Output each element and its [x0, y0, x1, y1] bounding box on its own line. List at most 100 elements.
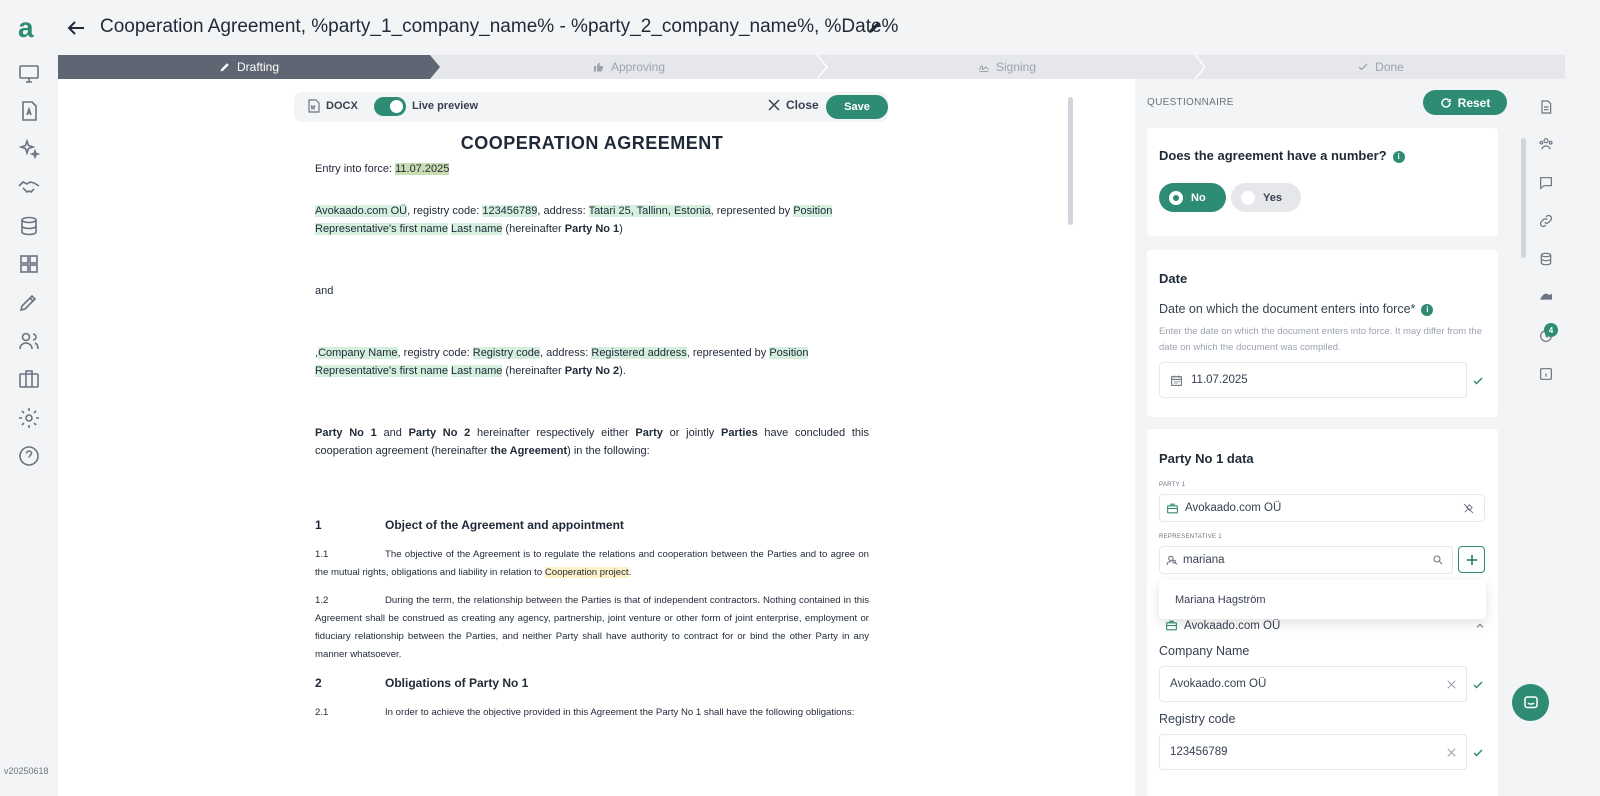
party1-address-field[interactable]: Tatari 25, Tallinn, Estonia — [588, 205, 711, 217]
date-card: Date Date on which the document enters i… — [1147, 250, 1498, 417]
people-group-icon[interactable] — [1538, 136, 1554, 152]
questionnaire-heading: QUESTIONNAIRE — [1147, 97, 1234, 108]
close-button[interactable]: Close — [768, 98, 819, 112]
briefcase-icon[interactable] — [17, 367, 41, 391]
party2-address-field[interactable]: Registered address — [591, 347, 687, 359]
check-icon — [1473, 681, 1483, 689]
person-search-icon — [1166, 555, 1178, 565]
entry-date-field[interactable]: 11.07.2025 — [395, 163, 450, 175]
plus-icon — [1466, 554, 1477, 565]
party1-lastname-field[interactable]: Last name — [451, 223, 503, 235]
chevron-up-icon[interactable] — [1475, 621, 1485, 631]
party2-company-field[interactable]: Company Name — [318, 347, 398, 359]
thumbs-up-icon — [593, 62, 603, 72]
pencil-icon — [220, 63, 229, 72]
app-logo[interactable]: a — [18, 14, 40, 42]
party2-position-field[interactable]: Position — [769, 347, 809, 359]
database-icon[interactable] — [1538, 251, 1554, 267]
monitor-icon[interactable] — [17, 62, 41, 86]
cooperation-project-field[interactable]: Cooperation project — [544, 567, 629, 578]
step-divider — [1194, 55, 1206, 79]
chat-button[interactable] — [1512, 684, 1549, 721]
step-drafting[interactable]: Drafting — [58, 55, 440, 79]
date-input[interactable]: 11.07.2025 — [1159, 362, 1467, 398]
option-no[interactable]: No — [1159, 183, 1226, 212]
document-title: Cooperation Agreement, %party_1_company_… — [100, 16, 899, 37]
info-icon[interactable]: i — [1392, 150, 1405, 163]
handshake-icon[interactable] — [17, 175, 41, 199]
clear-icon[interactable] — [1447, 679, 1456, 689]
party2-paragraph: ,Company Name, registry code: Registry c… — [315, 347, 809, 377]
party1-company-field[interactable]: Avokaado.com OÜ — [315, 205, 408, 217]
save-button[interactable]: Save — [826, 95, 888, 119]
company-name-label: Company Name — [1159, 644, 1250, 658]
signature-icon — [979, 65, 989, 72]
step-label: Done — [1375, 60, 1404, 74]
representative-suggestion[interactable]: Mariana Hagström — [1159, 580, 1486, 619]
party2-lastname-field[interactable]: Last name — [451, 365, 503, 377]
comment-icon[interactable] — [1538, 175, 1554, 191]
add-representative-button[interactable] — [1458, 546, 1485, 573]
step-signing[interactable]: Signing — [818, 55, 1196, 79]
collapsed-company-row[interactable]: Avokaado.com OÜ — [1165, 619, 1485, 632]
representative-caption: REPRESENTATIVE 1 — [1159, 534, 1222, 540]
gear-icon[interactable] — [17, 406, 41, 430]
document-page: COOPERATION AGREEMENT Entry into force: … — [315, 134, 869, 732]
live-preview-toggle[interactable] — [374, 97, 406, 116]
section-heading: 1 Object of the Agreement and appointment — [315, 518, 624, 532]
signature-pen-icon[interactable] — [17, 290, 41, 314]
step-label: Approving — [610, 60, 666, 74]
step-label: Signing — [995, 60, 1037, 74]
edit-pencil-icon[interactable] — [866, 18, 884, 36]
workflow-stepper: Drafting Approving Signing Done — [58, 55, 1565, 79]
reset-label: Reset — [1457, 95, 1491, 110]
close-icon — [768, 99, 780, 111]
party1-firstname-field[interactable]: Representative's first name — [315, 223, 448, 235]
number-question: Does the agreement have a number? i — [1159, 148, 1405, 163]
docx-download-button[interactable]: DOCX — [308, 99, 358, 113]
company-name-input[interactable]: Avokaado.com OÜ — [1159, 666, 1467, 702]
help-icon[interactable] — [17, 444, 41, 468]
close-label: Close — [786, 98, 819, 112]
info-icon[interactable]: i — [1421, 303, 1434, 316]
entry-into-force: Entry into force: 11.07.2025 — [315, 163, 450, 175]
check-icon — [1473, 749, 1483, 757]
company-icon — [1167, 503, 1178, 513]
link-icon[interactable] — [1538, 213, 1554, 229]
option-yes[interactable]: Yes — [1231, 183, 1301, 212]
reset-icon — [1440, 97, 1451, 108]
representative-search-input[interactable]: mariana — [1159, 546, 1453, 574]
sparkles-icon[interactable] — [17, 137, 41, 161]
live-preview-label: Live preview — [412, 100, 479, 112]
database-icon[interactable] — [17, 214, 41, 238]
back-arrow-icon[interactable] — [64, 16, 88, 40]
clause-2-1: 2.1 In order to achieve the objective pro… — [315, 707, 855, 718]
chat-icon — [1523, 695, 1538, 708]
party-caption: PARTY 1 — [1159, 482, 1186, 488]
party1-reg-field[interactable]: 123456789 — [482, 205, 538, 217]
document-icon[interactable] — [1538, 99, 1554, 115]
registry-code-label: Registry code — [1159, 712, 1236, 726]
section-heading: 2 Obligations of Party No 1 — [315, 676, 529, 690]
users-icon[interactable] — [17, 329, 41, 353]
intro-paragraph: Party No 1 and Party No 2 hereinafter re… — [315, 427, 869, 457]
info-panel-icon[interactable] — [1538, 366, 1554, 382]
document-scrollbar[interactable] — [1068, 97, 1073, 225]
step-approving[interactable]: Approving — [440, 55, 818, 79]
date-hint: Enter the date on which the document ent… — [1159, 326, 1482, 353]
party1-select[interactable]: Avokaado.com OÜ — [1159, 494, 1485, 522]
clause-1-2: 1.2 During the term, the relationship bet… — [315, 595, 869, 660]
party2-reg-field[interactable]: Registry code — [472, 347, 541, 359]
party1-position-field[interactable]: Position — [793, 205, 833, 217]
registry-code-input[interactable]: 123456789 — [1159, 734, 1467, 770]
signature-icon[interactable] — [1538, 289, 1554, 305]
document-template-icon[interactable] — [17, 99, 41, 123]
reset-button[interactable]: Reset — [1423, 90, 1507, 115]
step-done[interactable]: Done — [1196, 55, 1565, 79]
number-question-card: Does the agreement have a number? i No Ye… — [1147, 128, 1498, 236]
grid-icon[interactable] — [17, 252, 41, 276]
unlink-icon[interactable] — [1463, 503, 1474, 514]
party2-firstname-field[interactable]: Representative's first name — [315, 365, 448, 377]
search-icon[interactable] — [1432, 554, 1444, 566]
clear-icon[interactable] — [1447, 747, 1456, 757]
